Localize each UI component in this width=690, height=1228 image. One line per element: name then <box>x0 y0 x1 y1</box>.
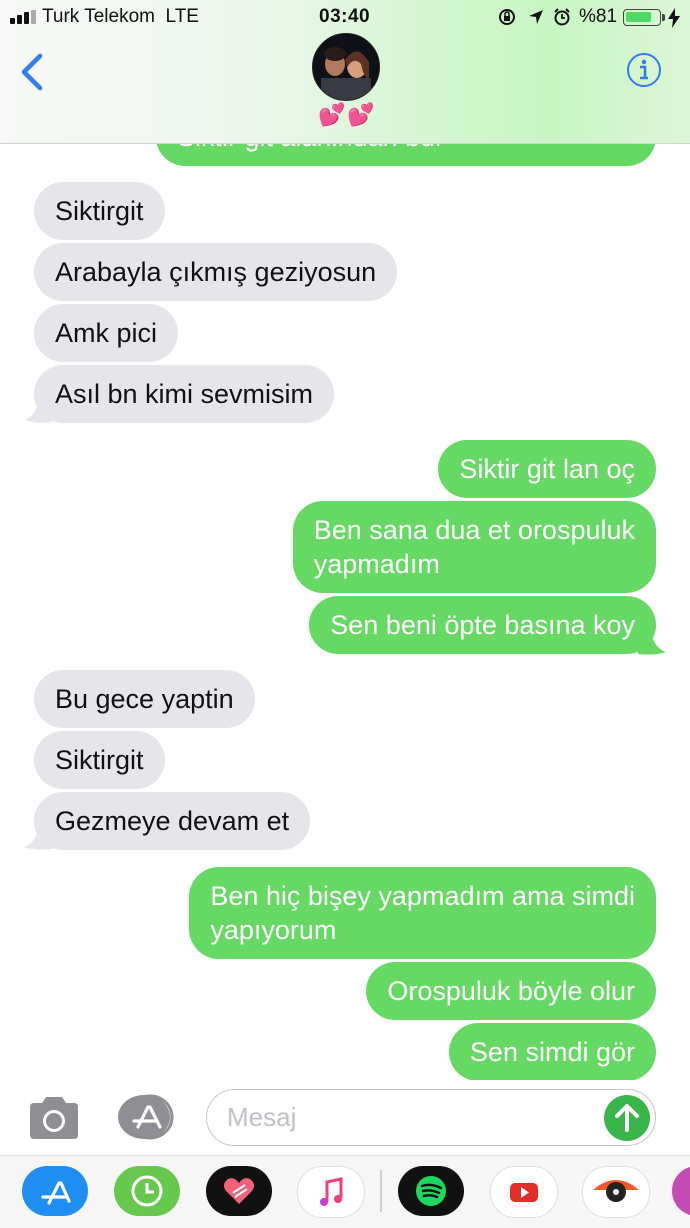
message-input-bar <box>0 1080 690 1155</box>
music-note-icon[interactable] <box>297 1166 365 1218</box>
message-text: Ben hiç bişey yapmadım ama simdi yapıyor… <box>210 881 635 945</box>
camera-icon[interactable] <box>26 1095 82 1141</box>
message-bubble-outgoing[interactable]: Ben sana dua et orospuluk yapmadım <box>292 501 656 593</box>
clock-icon[interactable] <box>114 1166 180 1216</box>
alarm-icon <box>554 8 570 26</box>
network-type: LTE <box>165 6 199 27</box>
drawer-divider <box>380 1170 382 1212</box>
bubble-tail <box>24 825 52 850</box>
conversation-header: Turk Telekom LTE 03:40 %81 💕💕 <box>0 0 690 144</box>
contact-name[interactable]: 💕💕 <box>318 102 377 128</box>
carrier-label: Turk Telekom LTE <box>42 6 199 28</box>
message-text: Siktir git lan oç <box>459 454 635 484</box>
spotify-icon[interactable] <box>398 1166 464 1216</box>
message-bubble-incoming[interactable]: Arabayla çıkmış geziyosun <box>34 243 398 301</box>
chevron-left-icon[interactable] <box>16 52 50 92</box>
message-text: Sen beni öpte basına koy <box>330 610 635 640</box>
avatar-photo <box>313 34 379 100</box>
message-bubble-incoming[interactable]: Amk pici <box>34 304 179 362</box>
message-text: Siktirgit <box>55 196 144 226</box>
message-bubble-outgoing[interactable]: Siktir git lan oç <box>438 440 656 498</box>
battery-percent: %81 <box>579 6 618 27</box>
charging-icon <box>668 8 680 28</box>
message-bubble-outgoing[interactable]: Ben hiç bişey yapmadım ama simdi yapıyor… <box>189 867 656 959</box>
camera-eye-icon[interactable] <box>582 1166 650 1218</box>
message-input[interactable] <box>206 1089 656 1146</box>
message-text: Siktirgit <box>55 745 144 775</box>
message-text: Orospuluk böyle olur <box>387 976 635 1006</box>
app-drawer <box>0 1155 690 1228</box>
message-bubble-outgoing[interactable]: Sen simdi gör <box>448 1023 656 1081</box>
bubble-tail <box>638 630 666 655</box>
clock-time: 03:40 <box>319 6 371 27</box>
battery-level-fill <box>626 12 651 22</box>
partial-app-icon[interactable] <box>672 1166 690 1216</box>
message-thread[interactable]: Siktir git alanindan bul Siktirgit Araba… <box>0 0 690 1081</box>
message-bubble-outgoing[interactable]: Sen beni öpte basına koy <box>309 596 656 654</box>
message-text: Gezmeye devam et <box>55 806 290 836</box>
message-text: Sen simdi gör <box>469 1037 635 1067</box>
contact-avatar[interactable] <box>312 33 380 101</box>
message-bubble-incoming[interactable]: Siktirgit <box>34 182 165 240</box>
message-bubble-incoming[interactable]: Asıl bn kimi sevmisim <box>34 365 335 423</box>
heart-image-icon[interactable] <box>206 1166 272 1216</box>
orientation-lock-icon <box>499 9 515 25</box>
info-icon[interactable] <box>626 52 662 88</box>
message-text: Ben sana dua et orospuluk yapmadım <box>313 515 635 579</box>
message-text: Amk pici <box>55 318 158 348</box>
bubble-tail <box>24 398 52 423</box>
carrier-name: Turk Telekom <box>42 6 155 27</box>
message-text: Arabayla çıkmış geziyosun <box>55 257 377 287</box>
message-bubble-outgoing[interactable]: Orospuluk böyle olur <box>366 962 656 1020</box>
message-bubble-incoming[interactable]: Siktirgit <box>34 731 165 789</box>
message-bubble-incoming[interactable]: Bu gece yaptin <box>34 670 255 728</box>
send-button[interactable] <box>604 1095 650 1141</box>
location-icon <box>529 10 543 24</box>
app-store-icon[interactable] <box>22 1166 88 1216</box>
app-store-icon[interactable] <box>116 1094 176 1140</box>
message-text: Asıl bn kimi sevmisim <box>55 379 314 409</box>
message-text: Bu gece yaptin <box>55 684 234 714</box>
send-arrow-icon <box>615 1104 639 1132</box>
signal-icon <box>10 10 40 24</box>
message-bubble-incoming[interactable]: Gezmeye devam et <box>34 792 311 850</box>
battery-icon <box>623 9 661 26</box>
youtube-icon[interactable] <box>490 1166 558 1218</box>
